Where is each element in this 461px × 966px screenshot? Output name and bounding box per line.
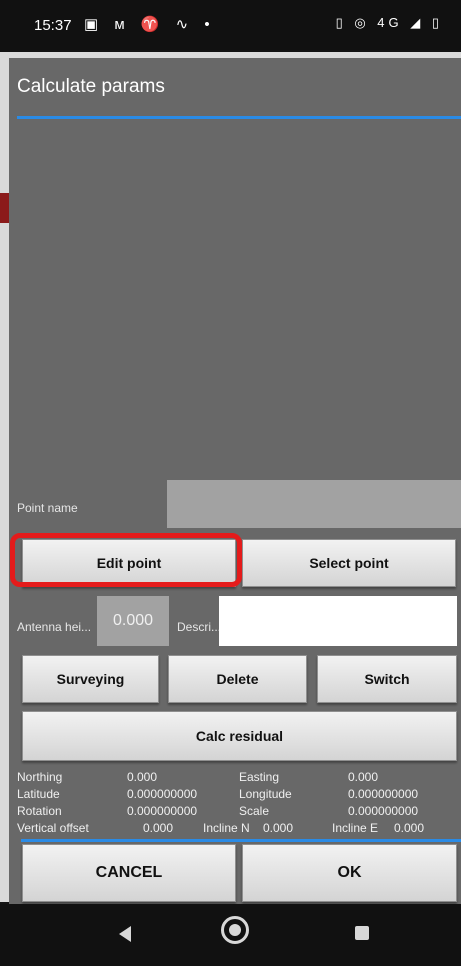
surveying-button[interactable]: Surveying <box>22 655 159 703</box>
select-point-button[interactable]: Select point <box>242 539 456 587</box>
notification-icons: ▣ ᴍ ♈ ∿ • <box>84 16 216 33</box>
longitude-label: Longitude <box>239 787 292 801</box>
home-icon[interactable] <box>221 916 249 944</box>
dialog-title: Calculate params <box>17 76 165 97</box>
latitude-value: 0.000000000 <box>127 787 198 801</box>
description-field[interactable] <box>219 596 457 646</box>
scale-label: Scale <box>239 804 270 818</box>
calculate-params-dialog: Calculate params Point name Edit point S… <box>9 58 461 906</box>
title-divider <box>17 116 461 119</box>
switch-button[interactable]: Switch <box>317 655 457 703</box>
cancel-button[interactable]: CANCEL <box>22 844 236 902</box>
longitude-value: 0.000000000 <box>348 787 419 801</box>
rotation-label: Rotation <box>17 804 62 818</box>
description-label: Descri... <box>177 620 222 634</box>
system-status-icons: ▯ ◎ 4G ◢ ▯ <box>335 15 443 30</box>
latitude-label: Latitude <box>17 787 60 801</box>
scale-value: 0.000000000 <box>348 804 419 818</box>
vertical-offset-label: Vertical offset <box>17 821 89 835</box>
status-time: 15:37 <box>34 17 72 34</box>
delete-button[interactable]: Delete <box>168 655 307 703</box>
navigation-bar <box>0 904 461 966</box>
incline-e-value: 0.000 <box>394 821 425 835</box>
northing-value: 0.000 <box>127 770 158 784</box>
easting-value: 0.000 <box>348 770 379 784</box>
highlight-box <box>10 533 242 587</box>
back-icon[interactable] <box>119 926 131 942</box>
incline-n-value: 0.000 <box>263 821 294 835</box>
easting-label: Easting <box>239 770 280 784</box>
antenna-height-field[interactable]: 0.000 <box>97 596 169 646</box>
vertical-offset-value: 0.000 <box>143 821 174 835</box>
northing-label: Northing <box>17 770 63 784</box>
recent-apps-icon[interactable] <box>355 926 369 940</box>
point-name-field[interactable] <box>167 480 461 528</box>
ok-button[interactable]: OK <box>242 844 457 902</box>
rotation-value: 0.000000000 <box>127 804 198 818</box>
point-name-label: Point name <box>17 501 78 515</box>
incline-e-label: Incline E <box>332 821 379 835</box>
incline-n-label: Incline N <box>203 821 250 835</box>
calc-residual-button[interactable]: Calc residual <box>22 711 457 761</box>
bottom-divider <box>21 839 461 842</box>
antenna-height-label: Antenna hei... <box>17 620 92 634</box>
status-bar: 15:37 ▣ ᴍ ♈ ∿ • ▯ ◎ 4G ◢ ▯ <box>0 0 461 52</box>
